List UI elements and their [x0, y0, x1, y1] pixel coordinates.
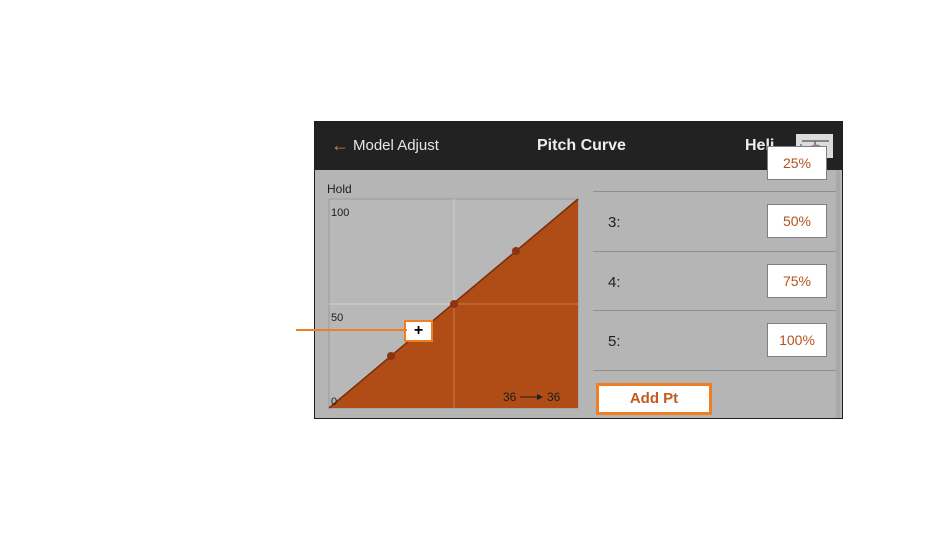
- curve-point-list: 2: 25% 3: 50% 4: 75% 5: 100% Add Pt: [593, 146, 838, 418]
- tick-50: 50: [331, 312, 344, 324]
- point-value-field[interactable]: 50%: [767, 204, 827, 238]
- curve-point[interactable]: [450, 300, 458, 308]
- point-value-field[interactable]: 100%: [767, 323, 827, 357]
- tick-100: 100: [331, 207, 350, 219]
- curve-point[interactable]: [387, 352, 395, 360]
- callout-line: [296, 329, 407, 331]
- list-row-2: 2: 25%: [593, 134, 838, 192]
- point-label: 3:: [608, 214, 621, 231]
- input-value: 36: [503, 390, 517, 404]
- list-row-3: 3: 50%: [593, 192, 838, 252]
- list-row-4: 4: 75%: [593, 252, 838, 311]
- arrow-left-icon: ←: [331, 135, 349, 155]
- radio-screen: ← Model Adjust Pitch Curve Heli Hold 100…: [314, 121, 843, 419]
- point-value-field[interactable]: 25%: [767, 146, 827, 180]
- back-button[interactable]: ← Model Adjust: [331, 136, 439, 154]
- curve-point[interactable]: [512, 247, 520, 255]
- list-scrollbar[interactable]: [836, 170, 840, 418]
- add-point-button[interactable]: Add Pt: [596, 383, 712, 415]
- point-label: 2:: [608, 156, 621, 173]
- point-value-field[interactable]: 75%: [767, 264, 827, 298]
- curve-plot: [328, 198, 579, 409]
- pitch-curve-graph[interactable]: Hold 100 50 0 36 36 +: [315, 170, 591, 418]
- tick-0: 0: [331, 396, 338, 408]
- output-value: 36: [547, 390, 561, 404]
- list-row-5: 5: 100%: [593, 311, 838, 371]
- curve-cursor[interactable]: +: [404, 320, 433, 342]
- point-label: 5:: [608, 333, 621, 350]
- point-label: 4:: [608, 274, 621, 291]
- back-label: Model Adjust: [353, 136, 439, 154]
